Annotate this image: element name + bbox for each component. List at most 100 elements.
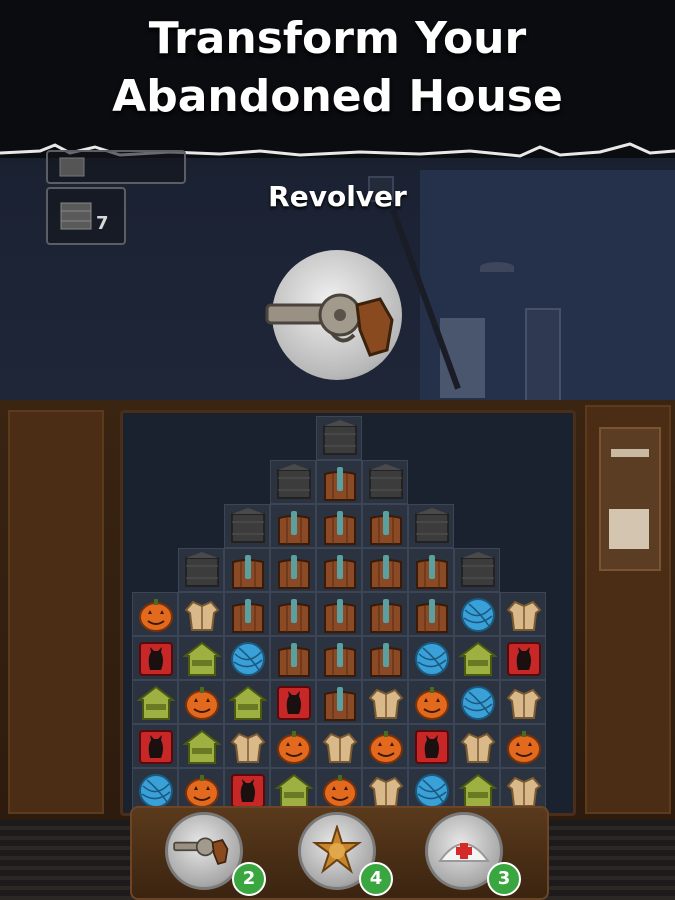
board-cell[interactable]: [316, 592, 362, 636]
pumpkin-icon: [137, 596, 175, 634]
board-cell[interactable]: [178, 724, 224, 768]
coat-icon: [505, 772, 543, 810]
board-cell[interactable]: [316, 680, 362, 724]
board-cell[interactable]: [362, 504, 408, 548]
board-cell[interactable]: [408, 724, 454, 768]
board-cell[interactable]: [500, 636, 546, 680]
board-cell[interactable]: [270, 724, 316, 768]
booster-revolver-count: 2: [232, 862, 266, 896]
board-cell[interactable]: [224, 504, 270, 548]
yarn-icon: [459, 684, 497, 722]
board-cell[interactable]: [178, 548, 224, 592]
cabinet-paper: [609, 509, 649, 549]
board-cell[interactable]: [454, 548, 500, 592]
yarn-icon: [413, 640, 451, 678]
board-cell[interactable]: [362, 636, 408, 680]
board-cell[interactable]: [408, 548, 454, 592]
board-cell[interactable]: [132, 592, 178, 636]
cat-icon: [275, 684, 313, 722]
board-cell[interactable]: [316, 724, 362, 768]
crate-icon: [275, 464, 313, 502]
found-item-name: Revolver: [268, 180, 407, 213]
house-icon: [136, 684, 176, 722]
cat-icon: [413, 728, 451, 766]
side-slot-1[interactable]: [46, 150, 186, 184]
yarn-icon: [229, 640, 267, 678]
board-cell[interactable]: [362, 460, 408, 504]
board-cell[interactable]: [500, 680, 546, 724]
board-cell[interactable]: [270, 460, 316, 504]
board-cell[interactable]: [132, 724, 178, 768]
cat-icon: [137, 728, 175, 766]
wood-icon: [275, 552, 313, 590]
board-cell[interactable]: [408, 592, 454, 636]
coat-icon: [367, 772, 405, 810]
board-cell[interactable]: [500, 724, 546, 768]
sheriff-badge-icon: [311, 823, 363, 881]
booster-nurse-count: 3: [487, 862, 521, 896]
house-icon: [458, 772, 498, 810]
coat-icon: [367, 684, 405, 722]
board-cell[interactable]: [224, 724, 270, 768]
board-cell[interactable]: [362, 592, 408, 636]
coat-icon: [183, 596, 221, 634]
pumpkin-icon: [183, 684, 221, 722]
board-cell[interactable]: [132, 680, 178, 724]
board-cell[interactable]: [270, 680, 316, 724]
board-cell[interactable]: [454, 636, 500, 680]
board-cell[interactable]: [270, 636, 316, 680]
board-cell[interactable]: [224, 680, 270, 724]
crate-icon: [367, 464, 405, 502]
wood-icon: [229, 552, 267, 590]
board-cell[interactable]: [454, 680, 500, 724]
house-icon: [458, 640, 498, 678]
wood-icon: [229, 596, 267, 634]
yarn-icon: [413, 772, 451, 810]
board-cell[interactable]: [224, 592, 270, 636]
crate-icon: [58, 154, 86, 182]
ceiling-lamp: [480, 262, 514, 272]
revolver-icon: [262, 275, 412, 369]
board-cell[interactable]: [500, 592, 546, 636]
pumpkin-icon: [321, 772, 359, 810]
board-cell[interactable]: [178, 680, 224, 724]
board-cell[interactable]: [408, 504, 454, 548]
board-cell[interactable]: [362, 724, 408, 768]
left-cabinet: [8, 410, 104, 814]
board-cell[interactable]: [408, 680, 454, 724]
cat-icon: [137, 640, 175, 678]
board-cell[interactable]: [454, 724, 500, 768]
board-cell[interactable]: [270, 504, 316, 548]
wood-icon: [367, 508, 405, 546]
board-cell[interactable]: [316, 460, 362, 504]
board-cell[interactable]: [132, 636, 178, 680]
wood-icon: [321, 552, 359, 590]
board-cell[interactable]: [224, 548, 270, 592]
crate-icon: [459, 552, 497, 590]
wood-icon: [275, 596, 313, 634]
board-cell[interactable]: [454, 592, 500, 636]
wood-icon: [413, 552, 451, 590]
board-cell[interactable]: [270, 548, 316, 592]
coat-icon: [505, 596, 543, 634]
revolver-icon: [172, 827, 236, 875]
board-cell[interactable]: [316, 416, 362, 460]
board-cell[interactable]: [316, 636, 362, 680]
title-line-1: Transform Your: [148, 13, 527, 64]
pumpkin-icon: [367, 728, 405, 766]
cabinet-panel: [599, 427, 661, 571]
board-cell[interactable]: [362, 680, 408, 724]
board-cell[interactable]: [408, 636, 454, 680]
board-cell[interactable]: [316, 504, 362, 548]
board-cell[interactable]: [178, 636, 224, 680]
board-cell[interactable]: [178, 592, 224, 636]
board-cell[interactable]: [224, 636, 270, 680]
wood-icon: [321, 508, 359, 546]
board-cell[interactable]: [270, 592, 316, 636]
crate-icon: [321, 420, 359, 458]
coat-icon: [459, 728, 497, 766]
cat-icon: [505, 640, 543, 678]
board-cell[interactable]: [362, 548, 408, 592]
wood-icon: [321, 464, 359, 502]
board-cell[interactable]: [316, 548, 362, 592]
